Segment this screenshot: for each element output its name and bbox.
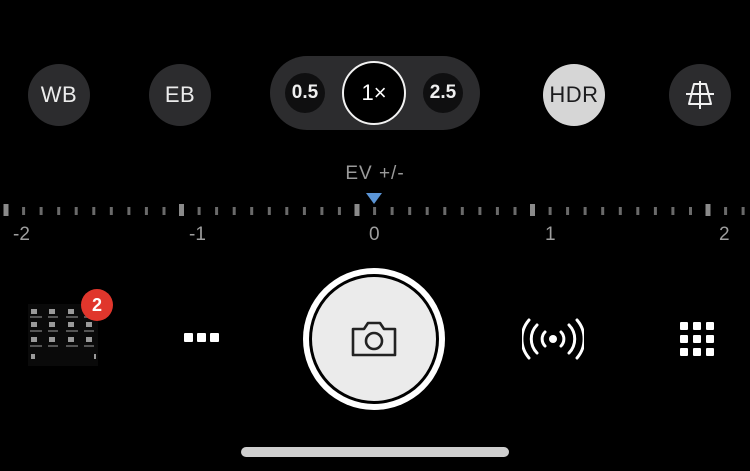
grid-dot — [706, 335, 714, 343]
ruler-minor-tick — [320, 207, 324, 215]
crop-grid-button[interactable] — [669, 64, 731, 126]
ruler-minor-tick — [443, 207, 447, 215]
zoom-option-2-5[interactable]: 2.5 — [423, 73, 463, 113]
ev-tick-1: 1 — [545, 224, 556, 245]
ev-tick-0: 0 — [369, 224, 380, 245]
ruler-minor-tick — [636, 207, 640, 215]
ruler-minor-tick — [513, 207, 517, 215]
camera-icon — [351, 321, 397, 357]
ruler-minor-tick — [302, 207, 306, 215]
grid-dot — [680, 335, 688, 343]
shutter-button[interactable] — [303, 268, 445, 410]
ruler-minor-tick — [460, 207, 464, 215]
apps-grid-icon — [680, 322, 688, 330]
zoom-option-1x-label: 1× — [361, 80, 387, 105]
ruler-minor-tick — [478, 207, 482, 215]
grid-dot — [693, 335, 701, 343]
ruler-minor-tick — [144, 207, 148, 215]
zoom-selector: 0.5 1× 2.5 — [270, 56, 480, 130]
broadcast-icon — [520, 318, 586, 360]
ruler-minor-tick — [127, 207, 131, 215]
ev-tick-minus-1: -1 — [189, 224, 206, 245]
ruler-minor-tick — [22, 207, 26, 215]
notification-badge: 2 — [81, 289, 113, 321]
ruler-minor-tick — [337, 207, 341, 215]
ruler-minor-tick — [197, 207, 201, 215]
ev-title: EV +/- — [345, 163, 405, 184]
exposure-bias-label: EB — [164, 82, 196, 107]
ruler-major-tick — [705, 204, 711, 216]
hdr-label: HDR — [549, 82, 599, 107]
grid-dot — [680, 348, 688, 356]
exposure-bias-button[interactable]: EB — [149, 64, 211, 126]
ruler-major-tick — [530, 204, 535, 216]
ruler-major-tick — [3, 204, 9, 216]
ruler-minor-tick — [250, 207, 254, 215]
ruler-minor-tick — [689, 207, 692, 215]
more-dot — [210, 333, 219, 342]
ev-tick-2: 2 — [719, 224, 730, 245]
ruler-minor-tick — [566, 207, 570, 215]
ruler-minor-tick — [724, 207, 728, 215]
ruler-minor-tick — [92, 207, 96, 215]
ruler-minor-tick — [390, 207, 394, 215]
white-balance-button[interactable]: WB — [28, 64, 90, 126]
more-dots-icon — [184, 333, 193, 342]
grid-dot — [693, 322, 701, 330]
ruler-minor-tick — [373, 207, 377, 215]
ruler-minor-tick — [601, 207, 605, 215]
home-indicator[interactable] — [241, 447, 509, 457]
ruler-minor-tick — [39, 207, 43, 215]
grid-dot — [693, 348, 701, 356]
ruler-minor-tick — [425, 207, 429, 215]
ruler-minor-tick — [495, 207, 499, 215]
crop-grid-icon — [686, 81, 714, 109]
ruler-minor-tick — [408, 207, 412, 215]
zoom-option-0-5-label: 0.5 — [291, 82, 319, 103]
zoom-option-2-5-label: 2.5 — [429, 82, 457, 103]
ruler-minor-tick — [109, 207, 113, 215]
shutter-inner — [309, 274, 439, 404]
ruler-major-tick — [179, 204, 184, 216]
apps-grid-button[interactable] — [680, 322, 714, 356]
ruler-minor-tick — [653, 207, 657, 215]
white-balance-label: WB — [40, 82, 78, 107]
ruler-minor-tick — [215, 207, 219, 215]
ev-tick-minus-2: -2 — [13, 224, 30, 245]
ruler-minor-tick — [232, 207, 236, 215]
more-options-button[interactable] — [184, 328, 220, 348]
ruler-minor-tick — [57, 207, 61, 215]
grid-dot — [706, 322, 714, 330]
ruler-minor-tick — [671, 207, 675, 215]
ev-ruler-slider[interactable] — [0, 203, 750, 221]
hdr-button[interactable]: HDR — [543, 64, 605, 126]
ruler-minor-tick — [162, 207, 166, 215]
ruler-minor-tick — [741, 207, 745, 215]
zoom-option-1x[interactable]: 1× — [342, 61, 406, 125]
ruler-minor-tick — [618, 207, 622, 215]
ruler-minor-tick — [285, 207, 289, 215]
ruler-major-tick — [354, 204, 360, 216]
ruler-minor-tick — [548, 207, 552, 215]
more-dot — [197, 333, 206, 342]
ruler-minor-tick — [74, 207, 78, 215]
grid-dot — [706, 348, 714, 356]
remote-trigger-button[interactable] — [520, 318, 586, 360]
ruler-minor-tick — [267, 207, 271, 215]
zoom-option-0-5[interactable]: 0.5 — [285, 73, 325, 113]
ruler-minor-tick — [583, 207, 587, 215]
